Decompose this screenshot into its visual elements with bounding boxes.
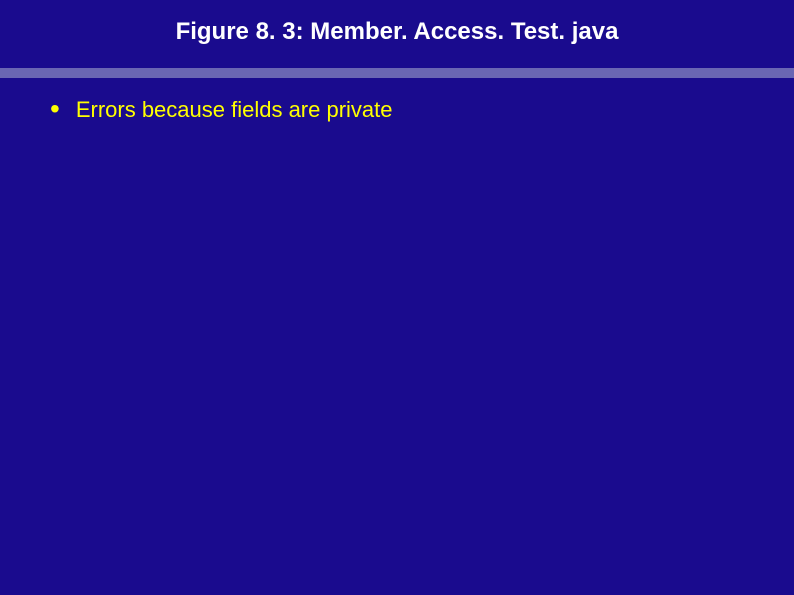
bullet-icon: •	[50, 98, 60, 120]
bullet-item: • Errors because fields are private	[50, 96, 754, 125]
title-area: Figure 8. 3: Member. Access. Test. java	[0, 0, 794, 46]
bullet-text: Errors because fields are private	[76, 96, 393, 125]
slide-title: Figure 8. 3: Member. Access. Test. java	[0, 18, 794, 46]
content-area: • Errors because fields are private	[0, 78, 794, 125]
divider-bar	[0, 68, 794, 78]
